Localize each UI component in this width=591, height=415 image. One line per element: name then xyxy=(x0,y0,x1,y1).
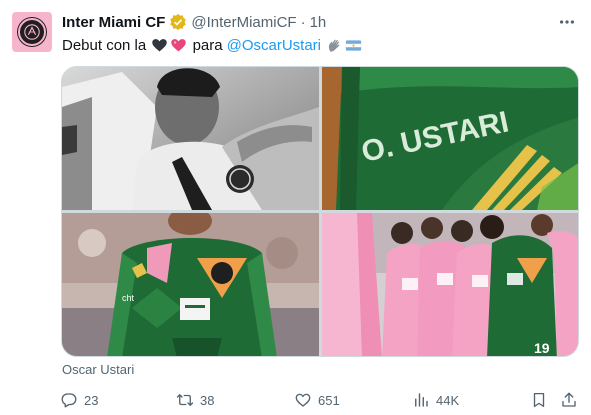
views-count: 44K xyxy=(436,392,460,408)
action-bar: 23 38 651 44K xyxy=(56,390,586,410)
share-button[interactable] xyxy=(560,390,578,410)
media-image-3[interactable]: cht xyxy=(62,213,319,356)
media-image-2[interactable]: O. USTARI xyxy=(322,67,578,210)
author-handle[interactable]: @InterMiamiCF xyxy=(191,14,296,31)
media-grid[interactable]: O. USTARI cht 19 xyxy=(61,66,579,357)
reply-button[interactable]: 23 xyxy=(60,390,98,410)
svg-text:cht: cht xyxy=(122,293,135,303)
timestamp[interactable]: 1h xyxy=(310,14,327,31)
separator-dot: · xyxy=(300,13,306,31)
repost-button[interactable]: 38 xyxy=(176,390,214,410)
bookmark-button[interactable] xyxy=(530,390,548,410)
pink-heart-icon xyxy=(170,37,187,54)
tweet-text-middle: para xyxy=(192,36,223,54)
tweet-text-prefix: Debut con la xyxy=(62,36,147,54)
like-button[interactable]: 651 xyxy=(294,390,340,410)
tweet-card[interactable]: Inter Miami CF @InterMiamiCF · 1h Debut … xyxy=(0,0,591,415)
inter-miami-crest-icon xyxy=(18,18,46,46)
argentina-flag-icon xyxy=(345,37,362,54)
repost-count: 38 xyxy=(200,392,215,408)
media-image-4[interactable]: 19 xyxy=(322,213,578,356)
analytics-icon xyxy=(415,393,428,407)
repost-icon xyxy=(176,394,194,406)
heart-icon xyxy=(295,393,311,407)
waving-hand-icon xyxy=(326,37,343,54)
share-icon xyxy=(562,392,576,407)
tweet-header: Inter Miami CF @InterMiamiCF · 1h xyxy=(62,12,326,32)
media-image-1[interactable] xyxy=(62,67,319,210)
tweet-text: Debut con la para @OscarUstari xyxy=(62,35,363,55)
avatar[interactable] xyxy=(12,12,52,52)
bookmark-icon xyxy=(533,392,545,408)
mention-link[interactable]: @OscarUstari xyxy=(227,37,321,54)
reply-icon xyxy=(61,393,77,408)
verified-badge-icon[interactable] xyxy=(169,13,187,31)
author-name[interactable]: Inter Miami CF xyxy=(62,14,165,31)
black-heart-icon xyxy=(151,37,168,54)
svg-text:19: 19 xyxy=(534,340,550,356)
views-button[interactable]: 44K xyxy=(412,390,459,410)
more-options-icon[interactable] xyxy=(557,12,577,32)
reply-count: 23 xyxy=(84,392,99,408)
like-count: 651 xyxy=(318,392,340,408)
media-caption: Oscar Ustari xyxy=(62,362,135,377)
